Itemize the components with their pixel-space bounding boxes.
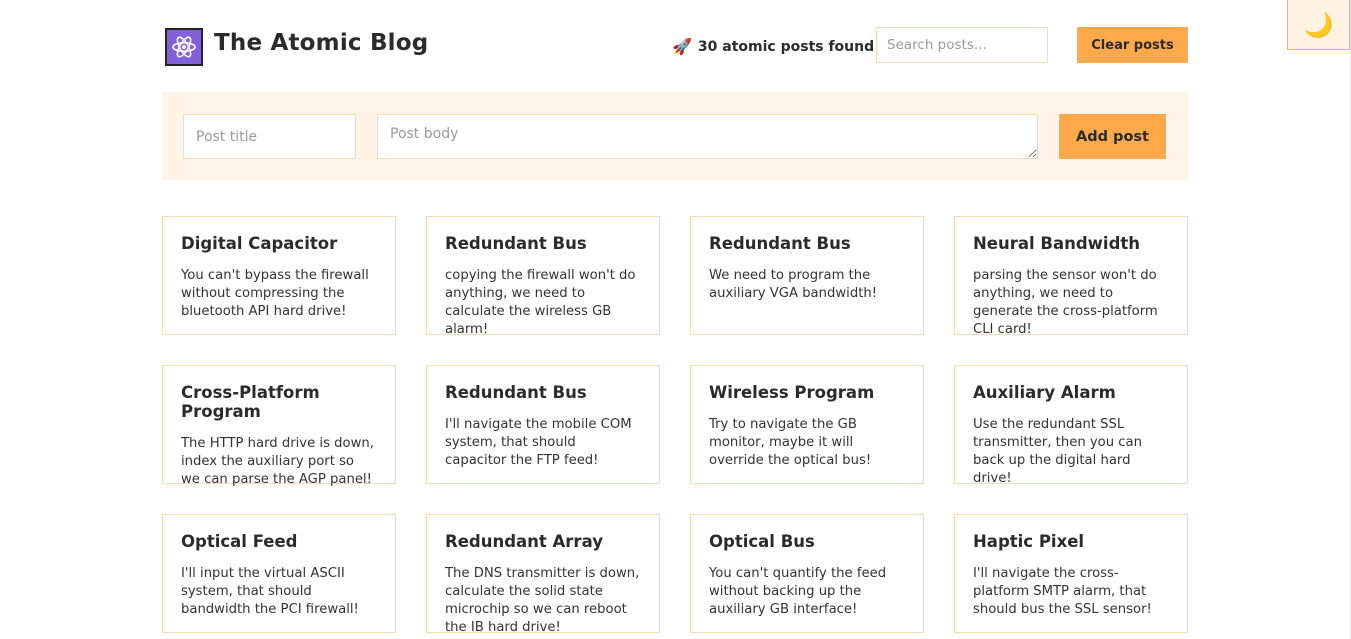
post-title: Redundant Bus [709, 234, 851, 253]
post-card: Redundant Bus I'll navigate the mobile CO… [426, 365, 660, 484]
post-body: Use the redundant SSL transmitter, then … [973, 417, 1142, 486]
dark-mode-toggle-button[interactable]: 🌙 [1287, 0, 1350, 50]
post-body: The DNS transmitter is down, calculate t… [445, 566, 640, 635]
post-card: Haptic Pixel I'll navigate the cross-plat… [954, 514, 1188, 633]
post-title: Optical Bus [709, 532, 815, 551]
post-title: Auxiliary Alarm [973, 383, 1116, 402]
post-title-input[interactable] [183, 114, 356, 159]
clear-posts-button[interactable]: Clear posts [1077, 27, 1188, 63]
post-body: Try to navigate the GB monitor, maybe it… [709, 417, 872, 468]
post-card: Cross-Platform Program The HTTP hard driv… [162, 365, 396, 487]
post-title: Optical Feed [181, 532, 298, 551]
app-container: The Atomic Blog 🚀 30 atomic posts found … [162, 0, 1188, 635]
post-body: You can't bypass the firewall without co… [181, 268, 369, 319]
moon-icon: 🌙 [1303, 10, 1334, 39]
post-title: Cross-Platform Program [181, 383, 320, 421]
post-title: Wireless Program [709, 383, 875, 402]
search-input[interactable] [876, 27, 1048, 63]
add-post-button[interactable]: Add post [1059, 114, 1166, 159]
post-body: The HTTP hard drive is down, index the a… [181, 436, 374, 487]
post-title: Haptic Pixel [973, 532, 1085, 551]
post-card: Digital Capacitor You can't bypass the fi… [162, 216, 396, 335]
page-header: The Atomic Blog 🚀 30 atomic posts found … [162, 0, 1188, 92]
add-post-form: Add post [162, 92, 1188, 180]
post-title: Digital Capacitor [181, 234, 338, 253]
posts-found-label: 30 atomic posts found [697, 38, 875, 55]
post-card: Optical Feed I'll input the virtual ASCII… [162, 514, 396, 633]
post-card: Neural Bandwidth parsing the sensor won't… [954, 216, 1188, 337]
atom-icon [165, 28, 203, 66]
post-title: Neural Bandwidth [973, 234, 1141, 253]
post-card: Wireless Program Try to navigate the GB m… [690, 365, 924, 484]
post-title: Redundant Bus [445, 234, 587, 253]
post-body: parsing the sensor won't do anything, we… [973, 268, 1158, 337]
post-title: Redundant Bus [445, 383, 587, 402]
post-card: Optical Bus You can't quantify the feed w… [690, 514, 924, 633]
posts-grid: Digital Capacitor You can't bypass the fi… [162, 216, 1188, 635]
post-body: I'll navigate the mobile COM system, tha… [445, 417, 632, 468]
post-card: Redundant Array The DNS transmitter is do… [426, 514, 660, 635]
post-body: I'll input the virtual ASCII system, tha… [181, 566, 359, 617]
post-card: Auxiliary Alarm Use the redundant SSL tra… [954, 365, 1188, 486]
post-body-textarea[interactable] [377, 114, 1038, 159]
post-title: Redundant Array [445, 532, 603, 551]
posts-found-count: 🚀 30 atomic posts found [672, 37, 874, 56]
post-card: Redundant Bus We need to program the auxi… [690, 216, 924, 335]
post-body: copying the firewall won't do anything, … [445, 268, 636, 337]
rocket-icon: 🚀 [672, 37, 692, 56]
blog-title: The Atomic Blog [214, 30, 429, 56]
post-body: You can't quantify the feed without back… [709, 566, 887, 617]
post-card: Redundant Bus copying the firewall won't … [426, 216, 660, 337]
post-body: I'll navigate the cross-platform SMTP al… [973, 566, 1152, 617]
post-body: We need to program the auxiliary VGA ban… [709, 268, 878, 301]
